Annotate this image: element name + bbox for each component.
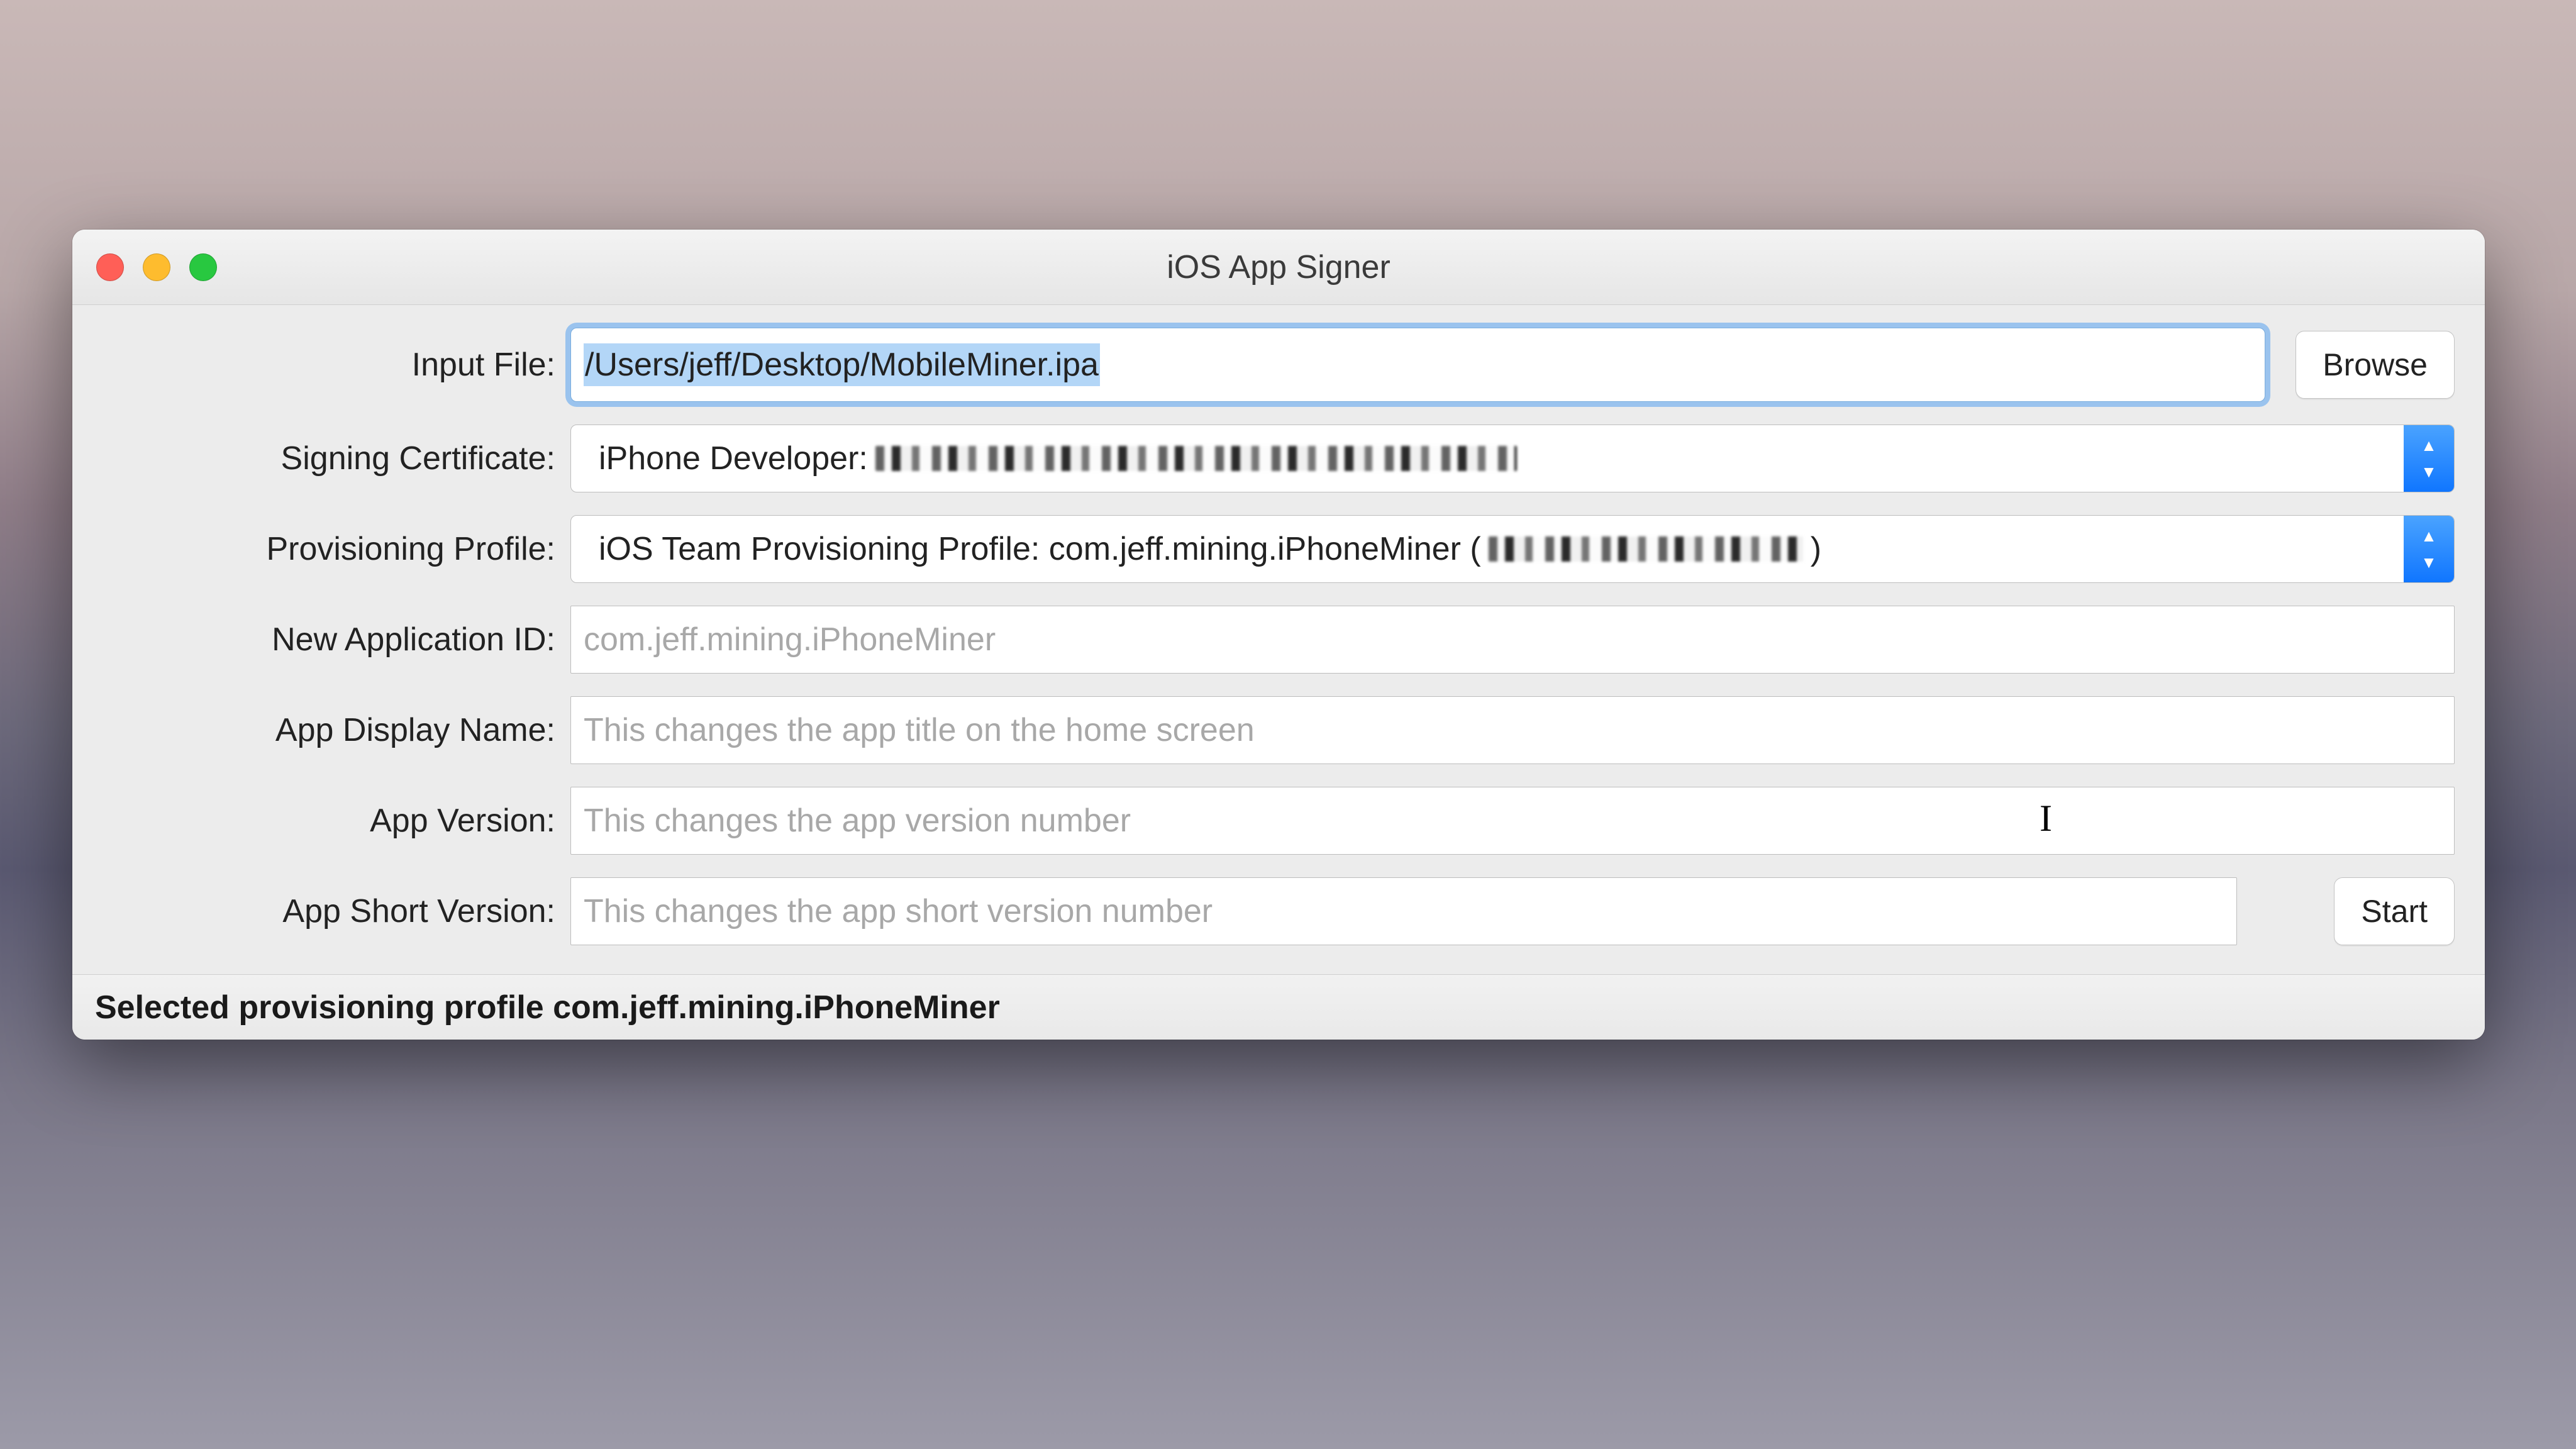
window-title: iOS App Signer <box>1167 248 1391 286</box>
status-bar: Selected provisioning profile com.jeff.m… <box>72 974 2485 1040</box>
input-file-field[interactable]: /Users/jeff/Desktop/MobileMiner.ipa <box>570 328 2265 402</box>
prov-profile-prefix: iOS Team Provisioning Profile: com.jeff.… <box>599 530 1481 568</box>
row-app-version: App Version: I <box>103 787 2455 855</box>
traffic-lights <box>96 253 217 281</box>
form: Input File: /Users/jeff/Desktop/MobileMi… <box>72 305 2485 974</box>
short-version-label: App Short Version: <box>103 892 555 930</box>
chevron-updown-icon: ▲▼ <box>2404 516 2454 582</box>
app-version-label: App Version: <box>103 802 555 840</box>
signing-cert-popup[interactable]: iPhone Developer: ▲▼ <box>570 425 2455 492</box>
prov-profile-suffix: ) <box>1811 530 1821 568</box>
app-window: iOS App Signer Input File: /Users/jeff/D… <box>72 230 2485 1040</box>
titlebar: iOS App Signer <box>72 230 2485 305</box>
display-name-label: App Display Name: <box>103 711 555 749</box>
status-text: Selected provisioning profile com.jeff.m… <box>95 989 1000 1026</box>
prov-profile-popup[interactable]: iOS Team Provisioning Profile: com.jeff.… <box>570 515 2455 583</box>
close-icon[interactable] <box>96 253 124 281</box>
chevron-updown-icon: ▲▼ <box>2404 425 2454 492</box>
minimize-icon[interactable] <box>143 253 170 281</box>
signing-cert-label: Signing Certificate: <box>103 440 555 477</box>
input-file-label: Input File: <box>103 346 555 384</box>
signing-cert-prefix: iPhone Developer: <box>599 440 868 477</box>
app-version-field[interactable] <box>570 787 2455 855</box>
prov-profile-obscured <box>1489 536 1803 562</box>
start-button[interactable]: Start <box>2334 877 2455 945</box>
row-input-file: Input File: /Users/jeff/Desktop/MobileMi… <box>103 328 2455 402</box>
input-file-value: /Users/jeff/Desktop/MobileMiner.ipa <box>584 343 1100 386</box>
browse-button[interactable]: Browse <box>2296 331 2455 399</box>
prov-profile-label: Provisioning Profile: <box>103 530 555 568</box>
row-new-app-id: New Application ID: <box>103 606 2455 674</box>
signing-cert-obscured <box>875 446 1517 471</box>
row-signing-cert: Signing Certificate: iPhone Developer: ▲… <box>103 425 2455 492</box>
row-prov-profile: Provisioning Profile: iOS Team Provision… <box>103 515 2455 583</box>
row-display-name: App Display Name: <box>103 696 2455 764</box>
zoom-icon[interactable] <box>189 253 217 281</box>
row-short-version: App Short Version: Start <box>103 877 2455 945</box>
new-app-id-field[interactable] <box>570 606 2455 674</box>
short-version-field[interactable] <box>570 877 2237 945</box>
new-app-id-label: New Application ID: <box>103 621 555 658</box>
display-name-field[interactable] <box>570 696 2455 764</box>
